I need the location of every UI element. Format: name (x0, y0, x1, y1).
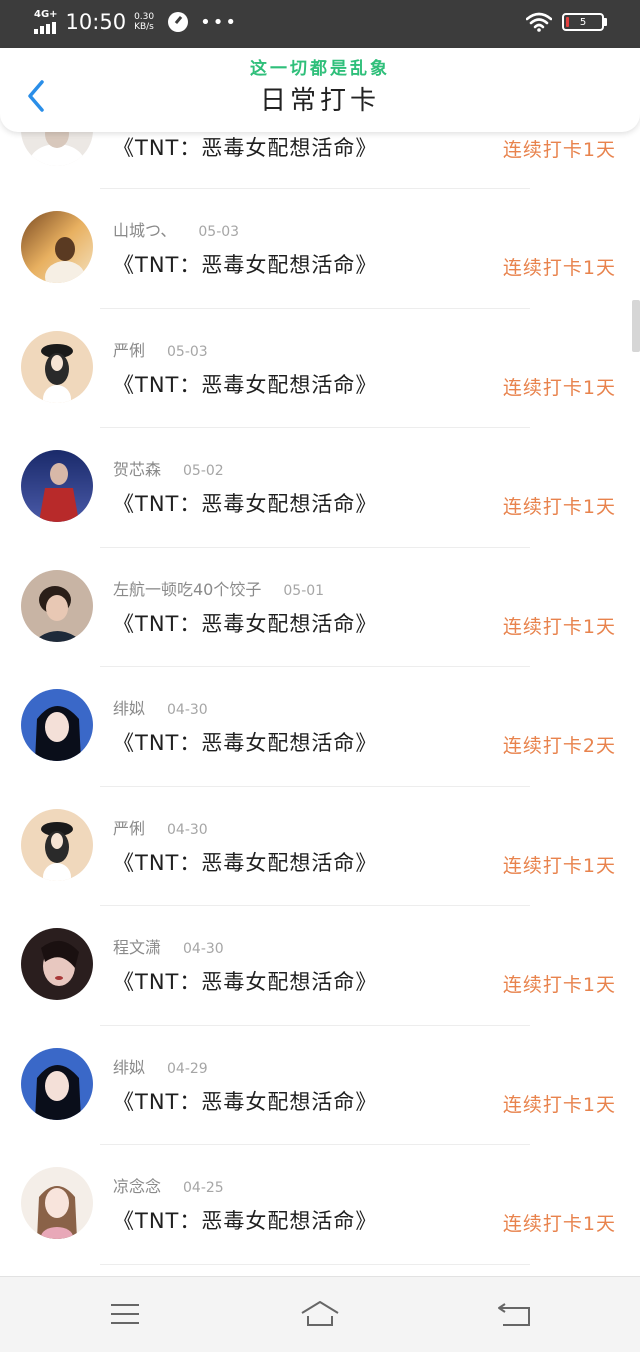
status-bar: 4G+ 10:50 0.30 KB/s ••• 5 (0, 0, 640, 48)
user-meta: 山城つ、 05-03 (113, 217, 239, 241)
battery-level: 5 (579, 16, 587, 28)
book-title: 《TNT：恶毒女配想活命》 (113, 1209, 378, 1233)
book-title: 《TNT：恶毒女配想活命》 (113, 611, 378, 636)
checkin-date: 04-30 (183, 941, 224, 957)
user-meta: 严俐 04-30 (113, 815, 208, 839)
user-name[interactable]: 贺芯森 (113, 460, 161, 479)
status-left: 4G+ 10:50 0.30 KB/s ••• (34, 10, 238, 34)
book-title: 《TNT：恶毒女配想活命》 (113, 253, 378, 277)
divider (100, 1263, 530, 1265)
list-item[interactable]: 严俐 05-03 《TNT：恶毒女配想活命》 连续打卡1天 (0, 309, 640, 428)
avatar[interactable] (21, 689, 93, 761)
streak-label: 连续打卡1天 (502, 974, 616, 996)
user-name[interactable]: 绯姒 (113, 699, 145, 718)
user-meta: 程文潇 04-30 (113, 934, 224, 958)
streak-label: 连续打卡1天 (502, 1213, 616, 1235)
checkin-date: 05-02 (183, 463, 224, 479)
list-item[interactable]: 贺芯森 05-02 《TNT：恶毒女配想活命》 连续打卡1天 (0, 428, 640, 548)
speed-unit: KB/s (134, 22, 154, 32)
user-meta: 绯姒 04-30 (113, 695, 208, 719)
page-title: 日常打卡 (259, 86, 380, 116)
clock: 10:50 (65, 10, 127, 34)
user-meta: 左航一顿吃40个饺子 05-01 (113, 576, 324, 600)
book-title: 《TNT：恶毒女配想活命》 (113, 492, 378, 516)
avatar[interactable] (21, 808, 93, 881)
back-icon[interactable] (495, 1299, 535, 1329)
signal-bars-icon (34, 22, 56, 34)
streak-label: 连续打卡1天 (502, 1093, 616, 1116)
book-title: 《TNT：恶毒女配想活命》 (113, 731, 378, 755)
book-title: 《TNT：恶毒女配想活命》 (113, 136, 378, 160)
checkin-date: 04-30 (167, 702, 208, 718)
list-item[interactable]: 《TNT：恶毒女配想活命》 连续打卡1天 (0, 94, 640, 189)
user-name[interactable]: 左航一顿吃40个饺子 (113, 580, 261, 599)
book-title: 《TNT：恶毒女配想活命》 (113, 970, 378, 994)
checkin-date: 04-30 (167, 821, 208, 838)
speed-value: 0.30 (134, 12, 155, 22)
network-speed: 0.30 KB/s (134, 12, 154, 32)
checkin-date: 04-29 (167, 1060, 208, 1077)
wifi-icon (526, 12, 552, 32)
book-title: 《TNT：恶毒女配想活命》 (113, 1089, 378, 1114)
overlay-caption: 这一切都是乱象 (250, 59, 390, 79)
network-type: 4G+ (34, 9, 58, 20)
avatar[interactable] (21, 928, 93, 1000)
user-name[interactable]: 严俐 (113, 341, 145, 360)
checkin-list: 《TNT：恶毒女配想活命》 连续打卡1天 山城つ、 05-03 《TNT：恶毒女配… (0, 94, 640, 1265)
avatar[interactable] (21, 450, 93, 522)
system-nav-bar (0, 1276, 640, 1352)
user-meta: 凉念念 04-25 (113, 1173, 224, 1197)
streak-label: 连续打卡2天 (502, 735, 616, 757)
page-header: 这一切都是乱象 日常打卡 (0, 48, 640, 132)
list-item[interactable]: 山城つ、 05-03 《TNT：恶毒女配想活命》 连续打卡1天 (0, 189, 640, 309)
streak-label: 连续打卡1天 (502, 139, 616, 161)
book-title: 《TNT：恶毒女配想活命》 (113, 372, 378, 397)
streak-label: 连续打卡1天 (502, 615, 616, 638)
status-right: 5 (526, 12, 607, 32)
checkin-date: 05-03 (167, 343, 208, 360)
user-meta: 严俐 05-03 (113, 337, 208, 361)
list-item[interactable]: 严俐 04-30 《TNT：恶毒女配想活命》 连续打卡1天 (0, 787, 640, 906)
battery-icon: 5 (562, 13, 607, 31)
more-dots-icon: ••• (200, 11, 238, 33)
checkin-date: 05-03 (198, 224, 240, 240)
list-item[interactable]: 绯姒 04-30 《TNT：恶毒女配想活命》 连续打卡2天 (0, 667, 640, 787)
gauge-icon (168, 12, 189, 32)
list-item[interactable]: 绯姒 04-29 《TNT：恶毒女配想活命》 连续打卡1天 (0, 1026, 640, 1145)
streak-label: 连续打卡1天 (502, 257, 616, 279)
checkin-date: 05-01 (283, 582, 325, 599)
menu-icon[interactable] (105, 1299, 145, 1329)
user-name[interactable]: 山城つ、 (113, 221, 176, 240)
user-name[interactable]: 绯姒 (113, 1058, 145, 1077)
user-name[interactable]: 程文潇 (113, 938, 161, 957)
list-item[interactable]: 凉念念 04-25 《TNT：恶毒女配想活命》 连续打卡1天 (0, 1145, 640, 1265)
list-item[interactable]: 程文潇 04-30 《TNT：恶毒女配想活命》 连续打卡1天 (0, 906, 640, 1026)
streak-label: 连续打卡1天 (502, 376, 616, 399)
streak-label: 连续打卡1天 (502, 854, 616, 877)
avatar[interactable] (21, 211, 93, 283)
list-item[interactable]: 左航一顿吃40个饺子 05-01 《TNT：恶毒女配想活命》 连续打卡1天 (0, 548, 640, 667)
user-name[interactable]: 凉念念 (113, 1177, 161, 1196)
user-name[interactable]: 严俐 (113, 819, 145, 838)
avatar[interactable] (21, 1167, 93, 1239)
book-title: 《TNT：恶毒女配想活命》 (113, 850, 378, 875)
scrollbar[interactable] (632, 300, 640, 352)
user-meta: 贺芯森 05-02 (113, 456, 224, 480)
home-icon[interactable] (300, 1299, 340, 1329)
user-meta: 绯姒 04-29 (113, 1054, 208, 1078)
streak-label: 连续打卡1天 (502, 496, 616, 518)
avatar[interactable] (21, 569, 93, 642)
checkin-date: 04-25 (183, 1180, 224, 1196)
avatar[interactable] (21, 330, 93, 403)
signal-indicator: 4G+ (34, 10, 58, 34)
avatar[interactable] (21, 1047, 93, 1120)
